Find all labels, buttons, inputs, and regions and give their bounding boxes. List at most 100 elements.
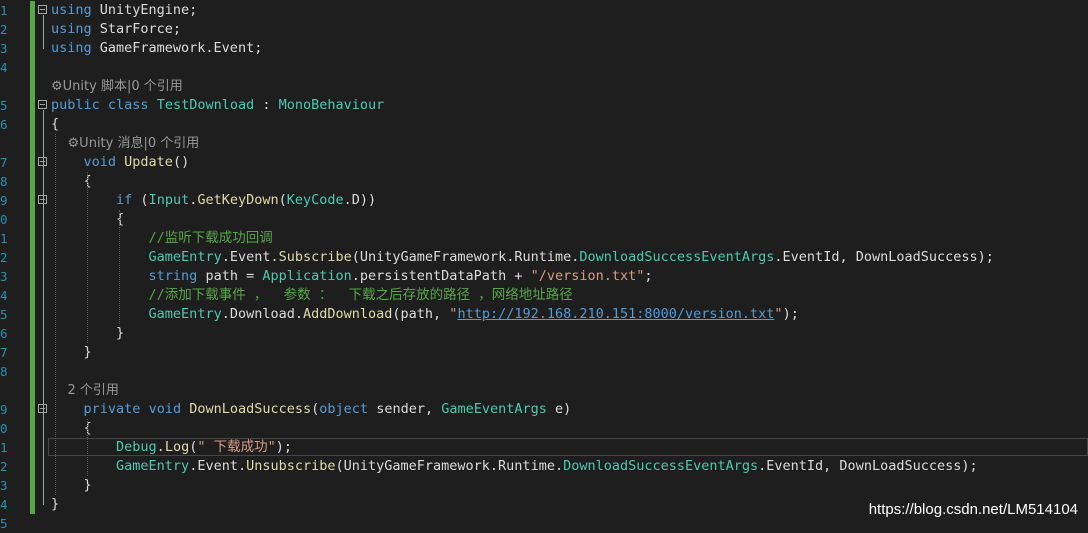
code-line[interactable]: 5 GameEntry.Download.AddDownload(path, "… <box>0 305 1088 324</box>
change-indicator <box>30 96 35 115</box>
change-indicator <box>30 495 35 514</box>
collapse-toggle-icon[interactable] <box>38 100 47 109</box>
code-token: using <box>51 40 92 56</box>
change-indicator <box>30 362 35 381</box>
line-number: 3 <box>0 269 8 284</box>
code-token: () <box>172 154 190 170</box>
collapse-toggle-icon[interactable] <box>38 5 47 14</box>
line-number: 2 <box>0 22 8 37</box>
code-token: GameEntry <box>148 249 222 265</box>
code-line[interactable]: 2 GameEntry.Event.Subscribe(UnityGameFra… <box>0 248 1088 267</box>
line-number: 5 <box>0 307 8 322</box>
code-token: DownloadSuccessEventArgs <box>579 249 775 265</box>
line-number: 6 <box>0 326 8 341</box>
line-number: 1 <box>0 440 8 455</box>
change-indicator <box>30 153 35 172</box>
code-token: .EventId, DownLoadSuccess); <box>774 249 994 265</box>
code-token: void <box>83 154 117 170</box>
code-line[interactable]: ⚙Unity 消息|0 个引用 <box>0 134 1088 153</box>
code-line[interactable]: 6 } <box>0 324 1088 343</box>
line-number: 1 <box>0 3 8 18</box>
code-token: object <box>319 401 369 417</box>
code-token: (path, <box>392 306 450 322</box>
code-line[interactable]: 4 <box>0 58 1088 77</box>
code-token: StarForce; <box>91 21 182 37</box>
code-text: GameEntry.Event.Subscribe(UnityGameFrame… <box>51 248 994 267</box>
change-indicator <box>30 248 35 267</box>
code-token: "/version.txt" <box>530 268 645 284</box>
code-line[interactable]: 7 void Update() <box>0 153 1088 172</box>
code-text: ⚙Unity 脚本|0 个引用 <box>51 77 183 96</box>
code-token: DownLoadSuccess <box>189 401 312 417</box>
code-line[interactable]: 5 public class TestDownload : MonoBehavio… <box>0 96 1088 115</box>
line-number: 7 <box>0 345 8 360</box>
change-indicator <box>30 381 35 400</box>
code-line[interactable]: 0 { <box>0 210 1088 229</box>
codelens-reference-count[interactable]: ⚙Unity 脚本|0 个引用 <box>51 79 183 94</box>
indent-guide <box>55 134 56 495</box>
code-token: GameEventArgs <box>441 401 547 417</box>
line-number: 3 <box>0 478 8 493</box>
code-token: ; <box>644 268 653 284</box>
change-indicator <box>30 324 35 343</box>
code-text: public class TestDownload : MonoBehaviou… <box>51 96 384 115</box>
code-line[interactable]: 1 //监听下载成功回调 <box>0 229 1088 248</box>
code-token: .Event. <box>189 458 247 474</box>
code-line[interactable]: ⚙Unity 脚本|0 个引用 <box>0 77 1088 96</box>
line-number: 4 <box>0 497 8 512</box>
code-line[interactable]: 9 private void DownLoadSuccess(object se… <box>0 400 1088 419</box>
code-token: Debug <box>116 439 157 455</box>
code-line[interactable]: 8 <box>0 362 1088 381</box>
code-editor[interactable]: 1 using UnityEngine; 2 using StarForce; 3 usi… <box>0 0 1088 531</box>
code-text: GameEntry.Event.Unsubscribe(UnityGameFra… <box>51 457 978 476</box>
code-line[interactable]: 2 using StarForce; <box>0 20 1088 39</box>
code-text: 2 个引用 <box>51 381 119 400</box>
code-line[interactable]: 1 Debug.Log(" 下载成功"); <box>0 438 1088 457</box>
code-line[interactable]: 3 } <box>0 476 1088 495</box>
code-line[interactable]: 2 GameEntry.Event.Unsubscribe(UnityGameF… <box>0 457 1088 476</box>
code-line[interactable]: 8 { <box>0 172 1088 191</box>
code-line[interactable]: 0 { <box>0 419 1088 438</box>
line-number: 4 <box>0 60 8 75</box>
code-token[interactable]: http://192.168.210.151:8000/version.txt <box>457 306 774 322</box>
change-indicator <box>30 20 35 39</box>
indent-guide <box>119 210 120 324</box>
code-token: } <box>51 477 92 493</box>
code-token: .Download. <box>221 306 303 322</box>
change-indicator <box>30 438 35 457</box>
codelens-reference-count[interactable]: ⚙Unity 消息|0 个引用 <box>51 136 200 151</box>
code-line[interactable]: 4 //添加下载事件 ， 参数 ： 下载之后存放的路径 ，网络地址路径 <box>0 286 1088 305</box>
code-line[interactable]: 3 using GameFramework.Event; <box>0 39 1088 58</box>
code-line[interactable]: 1 using UnityEngine; <box>0 1 1088 20</box>
code-token: //监听下载成功回调 <box>148 230 273 246</box>
code-token: Log <box>164 439 190 455</box>
code-token: private <box>83 401 141 417</box>
line-number: 4 <box>0 288 8 303</box>
code-text: //监听下载成功回调 <box>51 229 273 248</box>
code-line[interactable]: 7 } <box>0 343 1088 362</box>
code-text: private void DownLoadSuccess(object send… <box>51 400 572 419</box>
code-text: } <box>51 343 92 362</box>
code-line[interactable]: 6{ <box>0 115 1088 134</box>
line-number: 7 <box>0 155 8 170</box>
change-indicator <box>30 1 35 20</box>
code-token: : <box>254 97 279 113</box>
code-line[interactable]: 3 string path = Application.persistentDa… <box>0 267 1088 286</box>
code-line[interactable]: 2 个引用 <box>0 381 1088 400</box>
code-token: .EventId, DownLoadSuccess); <box>758 458 978 474</box>
code-token: .Event. <box>221 249 279 265</box>
change-indicator <box>30 39 35 58</box>
code-token: DownloadSuccessEventArgs <box>563 458 759 474</box>
code-line[interactable]: 9 if (Input.GetKeyDown(KeyCode.D)) <box>0 191 1088 210</box>
code-text: if (Input.GetKeyDown(KeyCode.D)) <box>51 191 376 210</box>
codelens-reference-count[interactable]: 2 个引用 <box>51 383 119 398</box>
indent-guide <box>87 419 88 476</box>
